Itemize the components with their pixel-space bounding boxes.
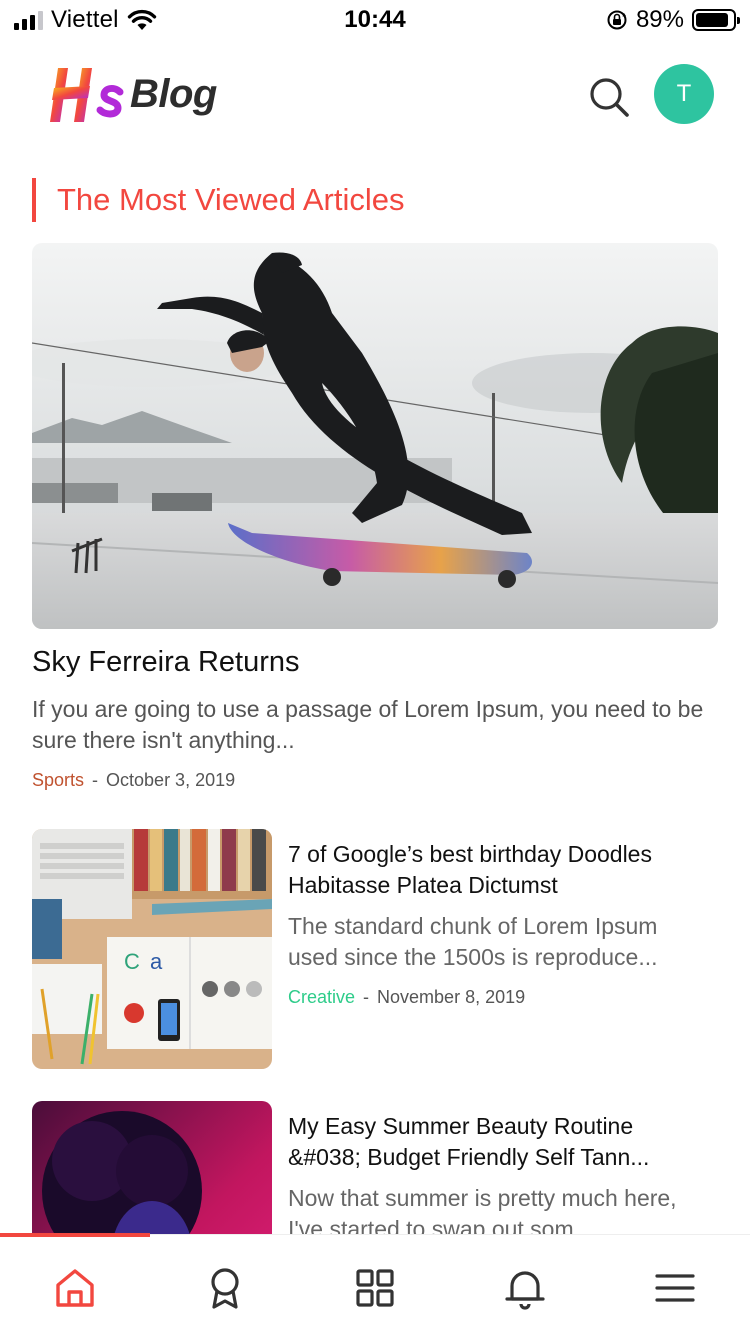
battery-percent: 89% bbox=[635, 6, 684, 33]
featured-article-excerpt: If you are going to use a passage of Lor… bbox=[32, 696, 704, 753]
logo[interactable]: Blog bbox=[46, 62, 217, 126]
nav-awards[interactable] bbox=[200, 1263, 250, 1313]
category-link[interactable]: Sports bbox=[32, 770, 84, 791]
article-excerpt: The standard chunk of Lorem Ipsum used s… bbox=[288, 913, 658, 970]
list-item[interactable]: C a 7 of Google’s best birthday Doodles … bbox=[32, 829, 722, 1069]
nav-menu[interactable] bbox=[650, 1263, 700, 1313]
search-icon bbox=[590, 78, 629, 117]
bottom-nav bbox=[0, 1233, 750, 1334]
article-title[interactable]: My Easy Summer Beauty Routine &#038; Bud… bbox=[288, 1111, 708, 1173]
article-meta: Creative - November 8, 2019 bbox=[288, 987, 525, 1008]
logo-mark-icon bbox=[50, 68, 124, 122]
nav-notifications[interactable] bbox=[500, 1263, 550, 1313]
rotation-lock-icon bbox=[607, 10, 627, 30]
category-link[interactable]: Creative bbox=[288, 987, 355, 1008]
svg-text:C: C bbox=[124, 949, 140, 974]
featured-article-title[interactable]: Sky Ferreira Returns bbox=[32, 646, 300, 679]
article-thumbnail[interactable] bbox=[32, 1101, 272, 1234]
status-bar: Viettel 10:44 89% bbox=[0, 0, 750, 40]
featured-article-meta: Sports - October 3, 2019 bbox=[32, 770, 235, 791]
logo-text: Blog bbox=[130, 71, 217, 116]
article-title[interactable]: 7 of Google’s best birthday Doodles Habi… bbox=[288, 839, 708, 901]
publish-date: November 8, 2019 bbox=[377, 987, 526, 1007]
battery-icon bbox=[692, 9, 740, 31]
article-thumbnail[interactable]: C a bbox=[32, 829, 272, 1069]
section-title: The Most Viewed Articles bbox=[32, 178, 404, 222]
app-header: Blog T bbox=[0, 56, 750, 140]
home-icon bbox=[56, 1269, 94, 1307]
portrait-photo bbox=[32, 1101, 272, 1234]
avatar[interactable]: T bbox=[654, 64, 714, 124]
menu-icon bbox=[655, 1274, 695, 1302]
publish-date: October 3, 2019 bbox=[106, 770, 236, 790]
award-icon bbox=[211, 1268, 239, 1309]
desk-flatlay-photo: C a bbox=[32, 829, 272, 1069]
featured-article-image[interactable] bbox=[32, 243, 718, 629]
nav-home[interactable] bbox=[50, 1263, 100, 1313]
search-button[interactable] bbox=[586, 74, 632, 120]
status-right: 89% bbox=[606, 6, 740, 34]
avatar-initial: T bbox=[676, 80, 692, 107]
article-excerpt: Now that summer is pretty much here, I'v… bbox=[288, 1185, 677, 1234]
nav-categories[interactable] bbox=[350, 1263, 400, 1313]
list-item[interactable]: My Easy Summer Beauty Routine &#038; Bud… bbox=[32, 1101, 722, 1234]
svg-text:a: a bbox=[150, 949, 163, 974]
scroll-progress-bar bbox=[0, 1233, 150, 1237]
meta-separator: - bbox=[92, 770, 99, 790]
battery-level bbox=[696, 13, 729, 27]
grid-icon bbox=[356, 1269, 394, 1307]
meta-separator: - bbox=[363, 987, 370, 1007]
bell-icon bbox=[505, 1271, 545, 1310]
skateboarder-photo bbox=[32, 243, 718, 629]
